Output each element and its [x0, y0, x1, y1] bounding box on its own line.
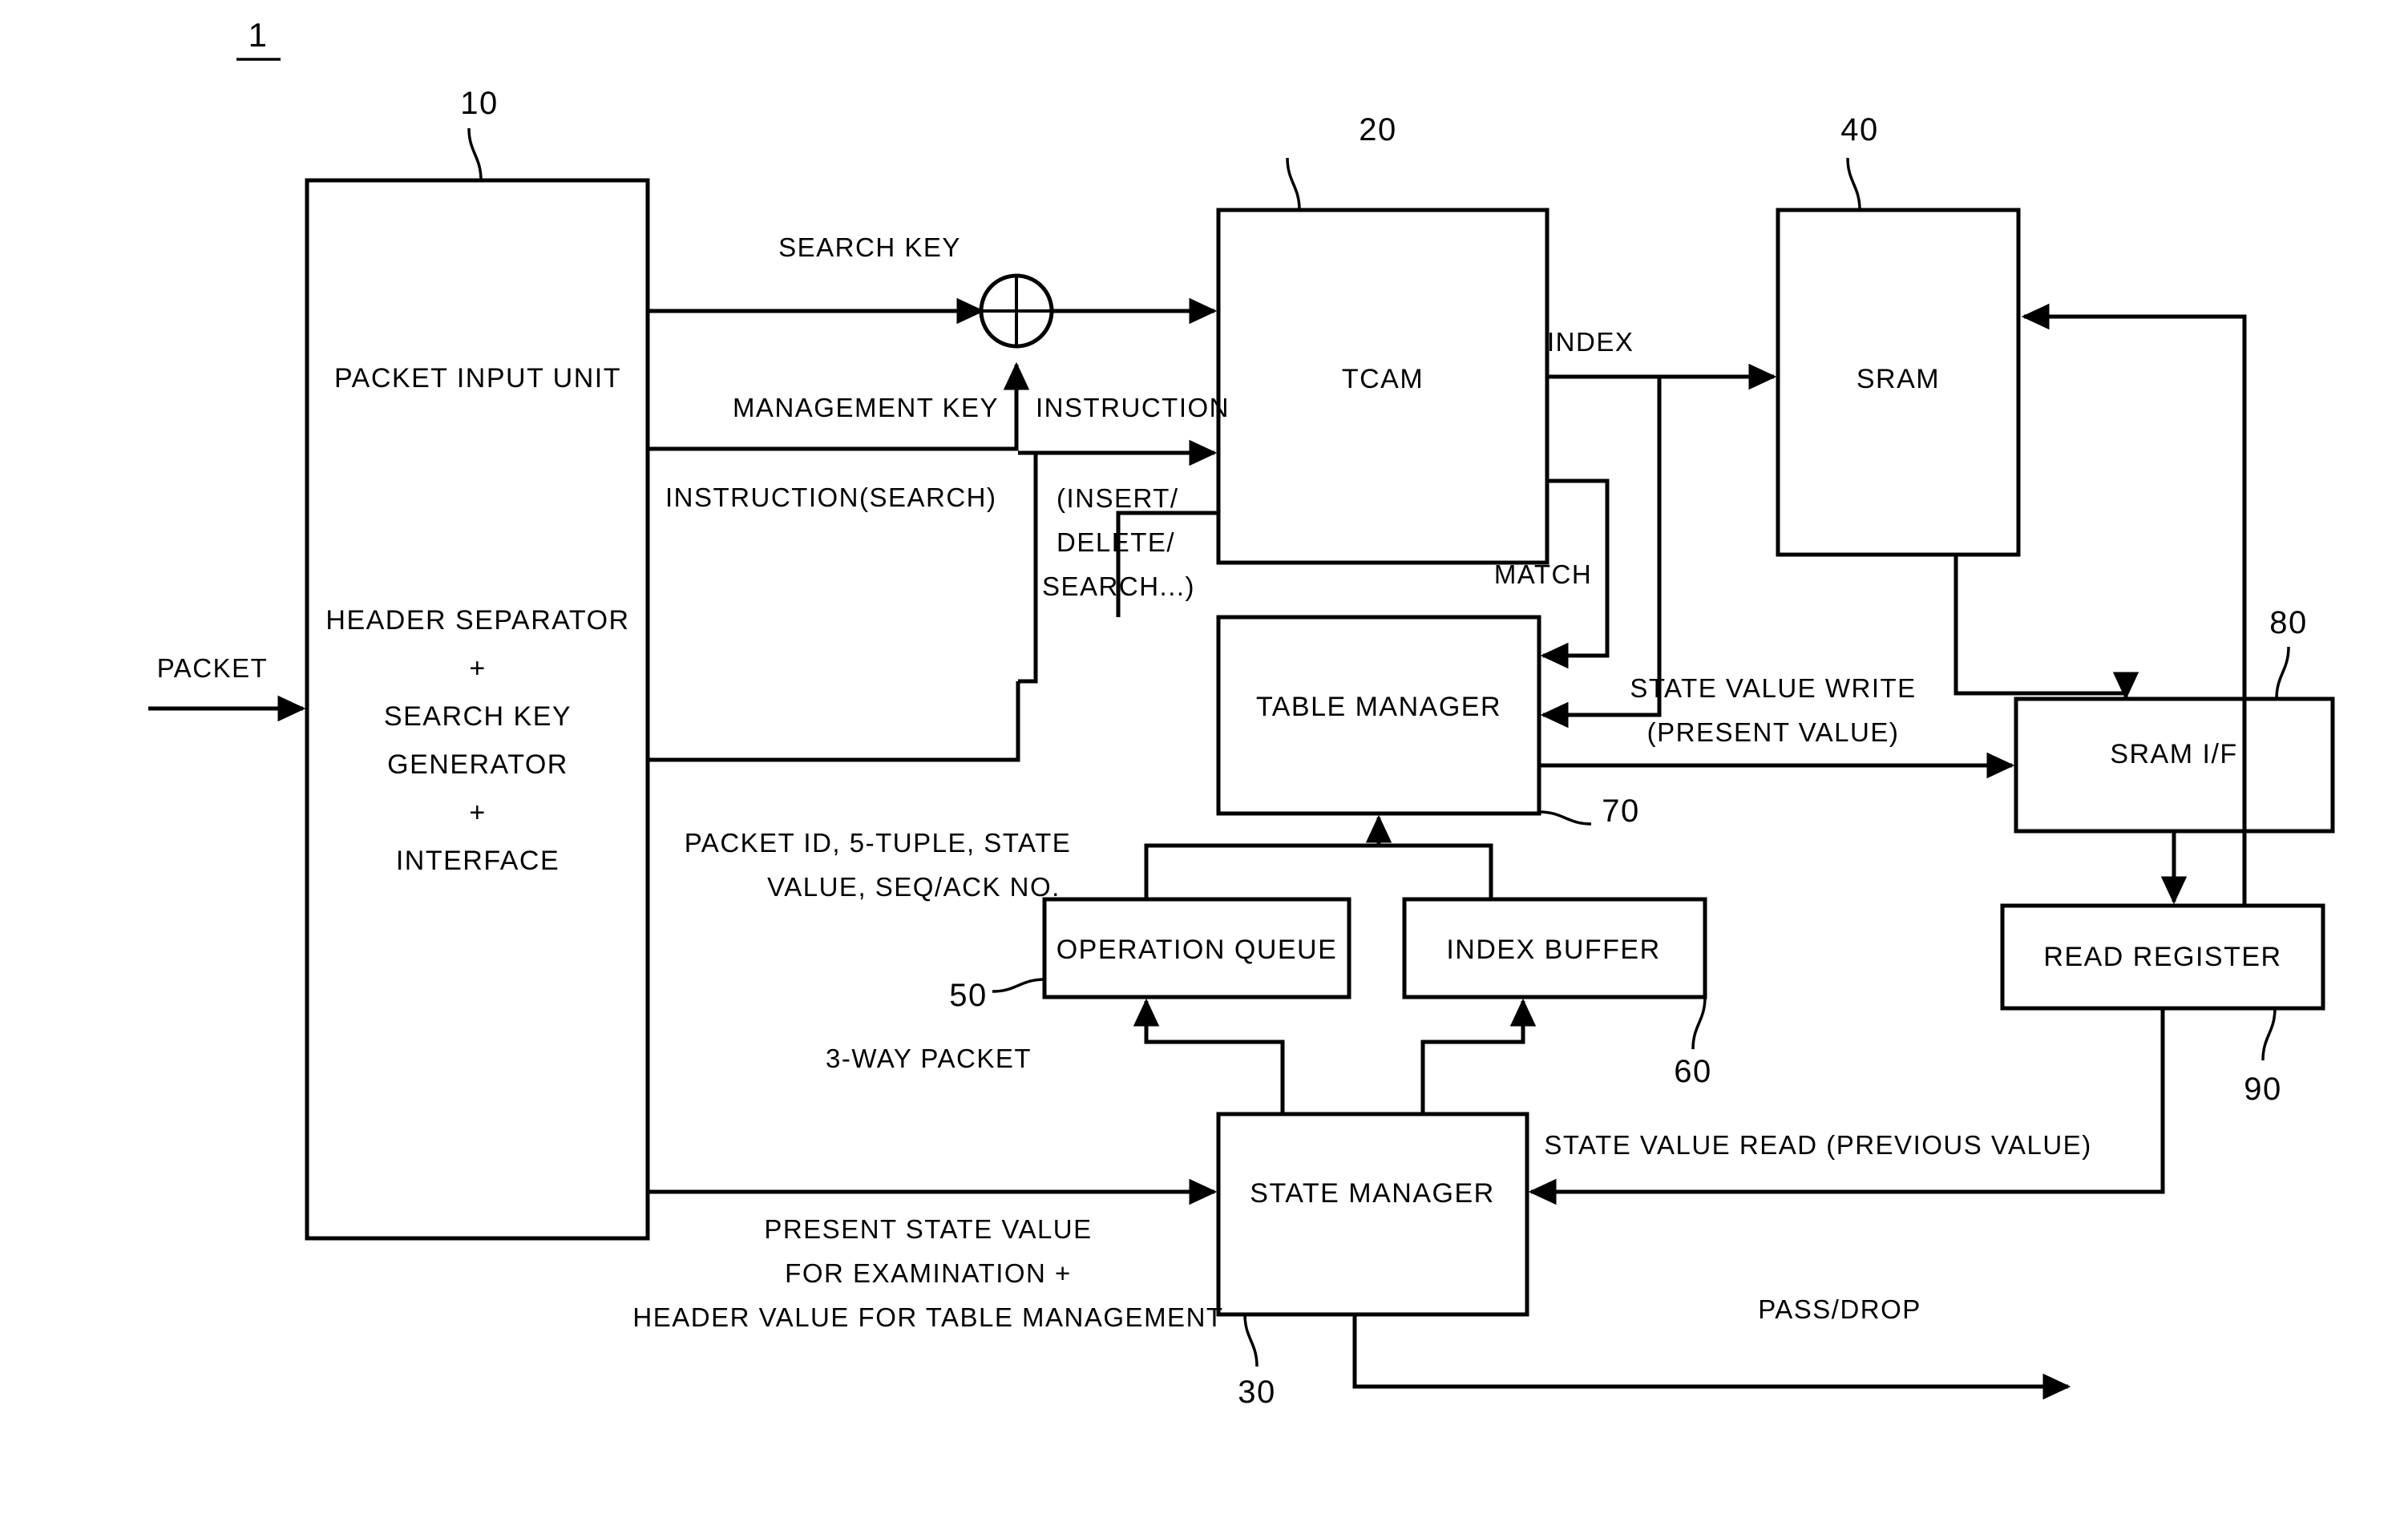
present-state-line1: PRESENT STATE VALUE [764, 1214, 1092, 1244]
ref-leader-50: 50 [949, 978, 1045, 1013]
sram-if-title: SRAM I/F [2110, 739, 2237, 769]
ref-leader-40: 40 [1840, 112, 1879, 211]
packet-input-unit-sub-0: HEADER SEPARATOR [325, 605, 629, 636]
signal-instruction: INSTRUCTION (INSERT/ DELETE/ SEARCH...) [1018, 393, 1230, 684]
management-key-label: MANAGEMENT KEY [733, 393, 999, 422]
block-table-manager[interactable]: TABLE MANAGER [1216, 615, 1541, 816]
wire-queues-to-table-manager [1144, 814, 1493, 899]
wire-input-unit-to-table-manager [648, 679, 1036, 762]
block-sram-if[interactable]: SRAM I/F [2014, 696, 2335, 834]
block-sram[interactable]: SRAM [1776, 208, 2021, 557]
ref-60-label: 60 [1674, 1054, 1712, 1089]
packet-meta-line1: PACKET ID, 5-TUPLE, STATE [685, 828, 1071, 858]
ref-leader-10: 10 [460, 86, 499, 181]
ref-20-label: 20 [1359, 112, 1397, 147]
search-key-label: SEARCH KEY [778, 232, 961, 262]
wire-state-manager-to-index-buffer [1420, 998, 1537, 1114]
state-value-read-label: STATE VALUE READ (PREVIOUS VALUE) [1544, 1130, 2091, 1160]
ref-50-label: 50 [949, 978, 988, 1013]
ref-leader-70: 70 [1538, 793, 1640, 829]
instruction-detail-line1: (INSERT/ [1057, 483, 1179, 513]
block-packet-input-unit[interactable]: PACKET INPUT UNIT HEADER SEPARATOR + SEA… [305, 178, 650, 1241]
packet-input-unit-sub-4: + [469, 797, 486, 828]
signal-search-key: SEARCH KEY [648, 232, 1218, 325]
present-state-line2: FOR EXAMINATION + [785, 1258, 1072, 1288]
block-read-register[interactable]: READ REGISTER [2000, 903, 2325, 1011]
sram-title: SRAM [1857, 364, 1940, 394]
index-buffer-title: INDEX BUFFER [1446, 935, 1660, 965]
index-label: INDEX [1547, 327, 1634, 357]
signal-packet-meta: PACKET ID, 5-TUPLE, STATE VALUE, SEQ/ACK… [685, 828, 1071, 902]
ref-80-label: 80 [2269, 605, 2308, 640]
block-state-manager[interactable]: STATE MANAGER [1216, 1112, 1529, 1317]
signal-state-value-write: STATE VALUE WRITE (PRESENT VALUE) [1539, 673, 2015, 779]
tcam-title: TCAM [1342, 364, 1424, 394]
signal-management-key: MANAGEMENT KEY [648, 361, 1030, 451]
state-manager-box[interactable] [1216, 1112, 1529, 1317]
instruction-label: INSTRUCTION [1036, 393, 1230, 422]
packet-input-unit-sub-3: GENERATOR [387, 749, 568, 780]
wire-sram-to-sram-if [1953, 555, 2139, 700]
block-index-buffer[interactable]: INDEX BUFFER [1402, 897, 1707, 999]
table-manager-title: TABLE MANAGER [1256, 692, 1501, 722]
ref-leader-80: 80 [2269, 605, 2308, 700]
block-tcam[interactable]: TCAM [1216, 208, 1549, 565]
figure-ref-1: 1 [236, 16, 281, 61]
ref-40-label: 40 [1840, 112, 1879, 147]
ref-leader-20: 20 [1286, 112, 1397, 211]
signal-three-way-packet: 3-WAY PACKET [826, 998, 1285, 1114]
read-register-title: READ REGISTER [2043, 942, 2281, 972]
signal-state-value-read: STATE VALUE READ (PREVIOUS VALUE) [1528, 1008, 2165, 1205]
signal-packet-in: PACKET [148, 653, 306, 722]
signal-present-state-value: PRESENT STATE VALUE FOR EXAMINATION + HE… [632, 1214, 1223, 1332]
ref-90-label: 90 [2244, 1072, 2282, 1107]
packet-in-label: PACKET [157, 653, 269, 683]
operation-queue-title: OPERATION QUEUE [1057, 935, 1338, 965]
packet-input-unit-sub-1: + [469, 653, 486, 684]
instruction-search-label: INSTRUCTION(SEARCH) [665, 482, 997, 512]
ref-leader-60: 60 [1674, 996, 1712, 1089]
present-state-line3: HEADER VALUE FOR TABLE MANAGEMENT [632, 1302, 1223, 1332]
patent-figure-canvas: 1 PACKET INPUT UNIT HEADER SEPARATOR + S… [0, 0, 2408, 1514]
ref-leader-30: 30 [1238, 1314, 1276, 1410]
instruction-detail-line2: DELETE/ [1057, 527, 1175, 557]
packet-input-unit-title: PACKET INPUT UNIT [334, 363, 621, 394]
ref-30-label: 30 [1238, 1375, 1276, 1410]
pass-drop-label: PASS/DROP [1758, 1294, 1921, 1324]
block-diagram-svg: 1 PACKET INPUT UNIT HEADER SEPARATOR + S… [148, 16, 2335, 1410]
state-manager-title: STATE MANAGER [1250, 1178, 1494, 1209]
ref-leader-90: 90 [2244, 1007, 2282, 1107]
packet-input-unit-sub-2: SEARCH KEY [384, 701, 572, 732]
three-way-packet-label: 3-WAY PACKET [826, 1044, 1032, 1073]
block-operation-queue[interactable]: OPERATION QUEUE [1042, 897, 1351, 999]
packet-meta-line2: VALUE, SEQ/ACK NO. [767, 872, 1061, 902]
ref-10-label: 10 [460, 86, 499, 121]
signal-instruction-search: INSTRUCTION(SEARCH) [665, 482, 997, 512]
ref-70-label: 70 [1602, 793, 1640, 829]
match-label: MATCH [1494, 559, 1592, 589]
state-value-write-line1: STATE VALUE WRITE [1630, 673, 1916, 703]
state-value-write-line2: (PRESENT VALUE) [1647, 717, 1900, 747]
figure-ref-label: 1 [248, 16, 269, 54]
packet-input-unit-sub-5: INTERFACE [396, 846, 560, 876]
summing-junction-icon [979, 273, 1054, 349]
